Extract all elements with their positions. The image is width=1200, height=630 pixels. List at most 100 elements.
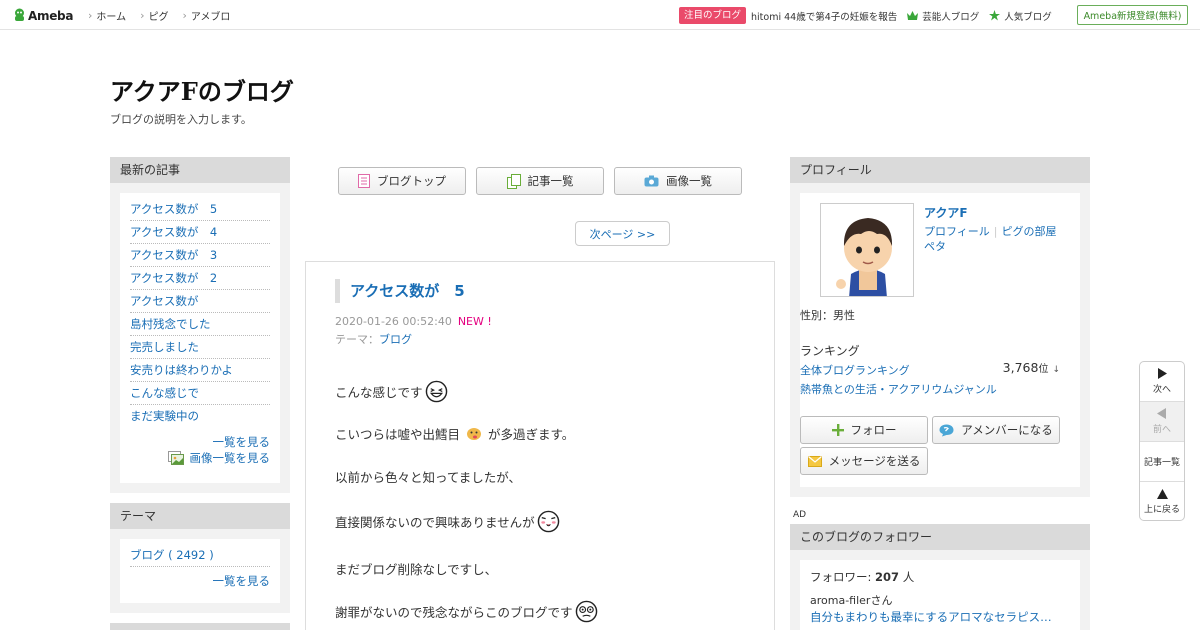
pager-next-button[interactable]: 次へ <box>1140 362 1184 402</box>
image-list-label: 画像一覧を見る <box>189 451 271 465</box>
paragraph-text: 直接関係ないので興味ありませんが <box>335 515 535 530</box>
next-page-button[interactable]: 次ページ >> <box>575 221 670 246</box>
theme-see-all-link[interactable]: 一覧を見る <box>130 573 271 589</box>
list-item[interactable]: 島村残念でした <box>130 313 270 336</box>
article-theme-link[interactable]: ブログ <box>379 333 412 346</box>
pager-list-button[interactable]: 記事一覧 <box>1140 442 1184 482</box>
article-title[interactable]: アクセス数が 5 <box>335 279 465 303</box>
pager-next-label: 次へ <box>1152 385 1171 395</box>
follower-count-label: フォロワー: <box>810 570 872 584</box>
amember-icon <box>939 424 954 436</box>
message-label: メッセージを送る <box>828 454 921 468</box>
celeb-blog-label: 芸能人ブログ <box>922 11 980 23</box>
recent-article-link[interactable]: まだ実験中の <box>130 409 199 423</box>
article-date-row: 2020-01-26 00:52:40 NEW ! <box>335 315 492 328</box>
recent-article-link[interactable]: アクセス数が 2 <box>130 271 217 285</box>
notice-link[interactable]: hitomi 44歳で第4子の妊娠を報告 <box>751 9 897 23</box>
recent-list: アクセス数が 5 アクセス数が 4 アクセス数が 3 アクセス数が 2 アクセス… <box>130 198 270 428</box>
theme-link[interactable]: ブログ ( 2492 ) <box>130 548 214 562</box>
list-item[interactable]: アクセス数が 5 <box>130 198 270 221</box>
nav-home[interactable]: ホーム <box>88 8 126 23</box>
ranking-heading: ランキング <box>800 344 860 358</box>
paragraph-text: こいつらは嘘や出鱈目 <box>335 427 461 442</box>
notice-badge: 注目のブログ <box>679 7 747 24</box>
image-list-link[interactable]: 画像一覧を見る <box>130 450 270 466</box>
recent-article-link[interactable]: 島村残念でした <box>130 317 211 331</box>
article-paragraph: 以前から色々と知ってましたが、 <box>335 467 521 486</box>
surprised-emoji-icon <box>575 600 597 623</box>
list-item[interactable]: 安売りは終わりかよ <box>130 359 270 382</box>
profile-link[interactable]: プロフィール <box>924 223 990 239</box>
list-item[interactable]: まだ実験中の <box>130 405 270 428</box>
article-list-label: 記事一覧 <box>527 174 574 188</box>
recent-see-all-link[interactable]: 一覧を見る <box>130 434 271 450</box>
recent-article-link[interactable]: アクセス数が <box>130 294 198 308</box>
follower-count-unit: 人 <box>902 570 915 584</box>
ranking-value: 3,768 <box>1002 360 1039 375</box>
ranking-all-link[interactable]: 全体ブログランキング <box>800 362 910 378</box>
recent-article-link[interactable]: 安売りは終わりかよ <box>130 363 233 377</box>
pager-list-label: 記事一覧 <box>1143 458 1180 468</box>
recent-article-link[interactable]: アクセス数が 4 <box>130 225 217 239</box>
article-list-button[interactable]: 記事一覧 <box>476 167 604 195</box>
paragraph-text: まだブログ削除なしですし、 <box>335 562 498 577</box>
article-paragraph: まだブログ削除なしですし、 <box>335 559 497 578</box>
follower-name[interactable]: aroma-filerさん <box>810 592 1070 608</box>
article-paragraph: 謝罪がないので残念ながらこのブログです <box>335 600 598 623</box>
ranking-unit: 位 <box>1038 364 1049 375</box>
profile-links: プロフィール | ピグの部屋 <box>924 223 1057 239</box>
global-header: Ameba ホーム ピグ アメブロ 注目のブログ hitomi 44歳で第4子の… <box>0 0 1200 30</box>
list-item[interactable]: アクセス数が <box>130 290 270 313</box>
popular-blog-label: 人気ブログ <box>1004 11 1052 23</box>
play-right-icon <box>1158 368 1167 379</box>
ad-label: AD <box>793 510 807 520</box>
list-item[interactable]: こんな感じで <box>130 382 270 405</box>
list-item[interactable]: アクセス数が 4 <box>130 221 270 244</box>
article-paragraph: 直接関係ないので興味ありませんが <box>335 510 560 533</box>
pager-top-label: 上に戻る <box>1143 505 1180 515</box>
mail-icon <box>807 455 822 467</box>
ameba-logo[interactable]: Ameba <box>13 7 73 24</box>
pager-top-button[interactable]: 上に戻る <box>1140 482 1184 522</box>
image-list-button[interactable]: 画像一覧 <box>614 167 742 195</box>
list-item[interactable]: 完売しました <box>130 336 270 359</box>
list-item[interactable]: ブログ ( 2492 ) <box>130 544 270 567</box>
notice-bar: 注目のブログ hitomi 44歳で第4子の妊娠を報告 芸能人ブログ 人気ブログ <box>679 7 1052 24</box>
celeb-blog-link[interactable]: 芸能人ブログ <box>907 9 979 23</box>
floating-pager: 次へ 前へ 記事一覧 上に戻る <box>1139 361 1185 521</box>
amember-button[interactable]: アメンバーになる <box>932 416 1060 444</box>
laugh-emoji-icon <box>425 380 447 403</box>
recent-article-link[interactable]: アクセス数が 3 <box>130 248 217 262</box>
pager-prev-button[interactable]: 前へ <box>1140 402 1184 442</box>
follower-blog-link[interactable]: 自分もまわりも最幸にするアロマなセラピス… <box>810 609 1070 625</box>
play-left-icon <box>1157 408 1166 419</box>
next-side-box <box>110 623 290 630</box>
blog-title[interactable]: アクアFのブログ <box>110 72 294 107</box>
nav-pigg[interactable]: ピグ <box>140 8 169 23</box>
list-item[interactable]: アクセス数が 3 <box>130 244 270 267</box>
blog-top-button[interactable]: ブログトップ <box>338 167 466 195</box>
register-button[interactable]: Ameba新規登録(無料) <box>1077 5 1188 25</box>
recent-article-link[interactable]: こんな感じで <box>130 386 199 400</box>
global-nav: ホーム ピグ アメブロ <box>88 0 244 30</box>
article-theme-row: テーマ：ブログ <box>335 331 412 347</box>
follow-button[interactable]: フォロー <box>800 416 928 444</box>
profile-name[interactable]: アクアF <box>924 204 968 221</box>
star-icon <box>989 10 1001 21</box>
paragraph-text: が多過ぎます。 <box>488 427 575 442</box>
recent-article-link[interactable]: アクセス数が 5 <box>130 202 217 216</box>
recent-article-link[interactable]: 完売しました <box>130 340 199 354</box>
avatar-image <box>821 204 913 296</box>
message-button[interactable]: メッセージを送る <box>800 447 928 475</box>
genre-ranking-link[interactable]: 熱帯魚との生活・アクアリウムジャンル <box>800 381 997 397</box>
nav-ameblo[interactable]: アメブロ <box>183 8 231 23</box>
avatar[interactable] <box>820 203 914 297</box>
popular-blog-link[interactable]: 人気ブログ <box>989 9 1052 23</box>
ameba-logo-icon <box>15 8 24 21</box>
article-paragraph: こんな感じです <box>335 380 448 403</box>
paragraph-text: 以前から色々と知ってましたが、 <box>335 470 522 485</box>
tongue-emoji-icon <box>467 427 482 440</box>
peta-link[interactable]: ペタ <box>924 238 946 254</box>
pigg-room-link[interactable]: ピグの部屋 <box>1002 223 1057 239</box>
list-item[interactable]: アクセス数が 2 <box>130 267 270 290</box>
